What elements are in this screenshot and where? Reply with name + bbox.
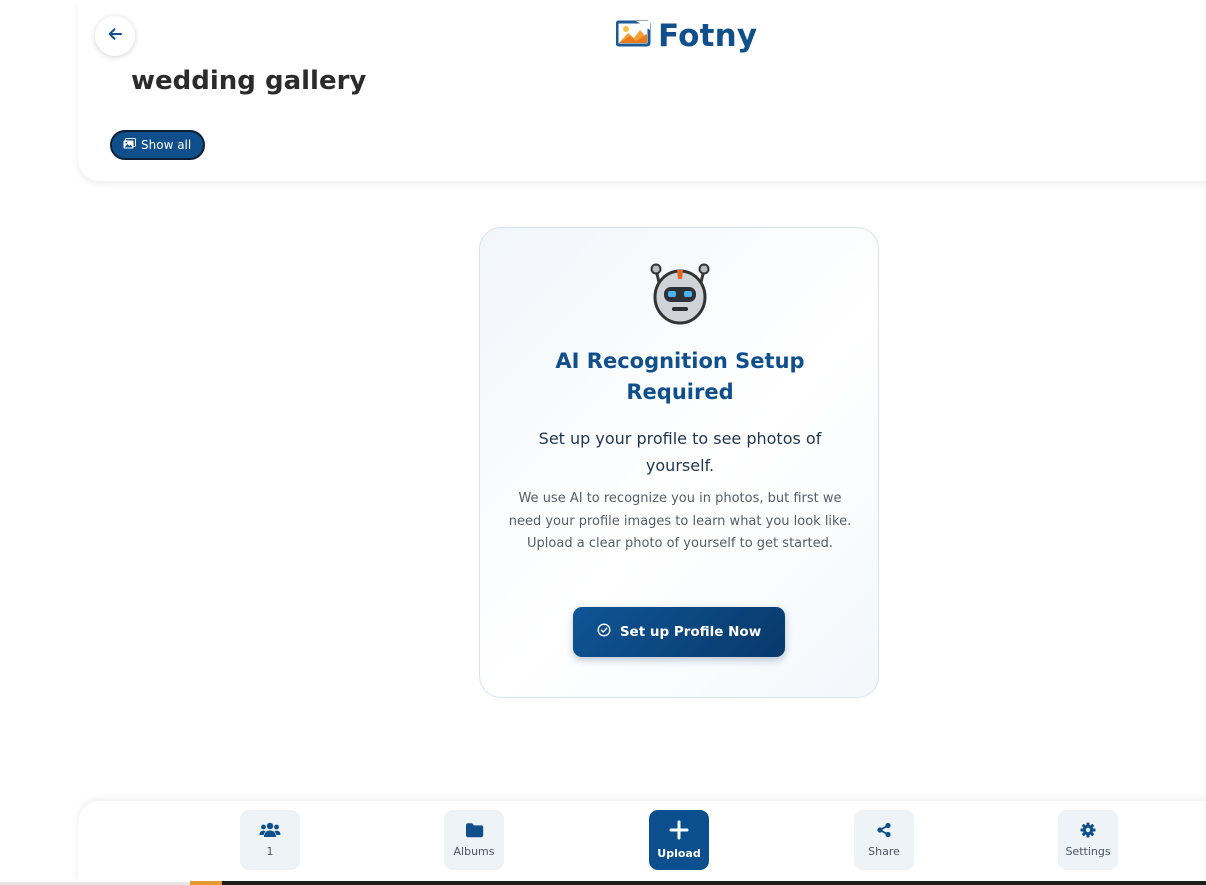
show-all-button[interactable]: Show all <box>110 130 206 160</box>
ai-card-description: We use AI to recognize you in photos, bu… <box>508 491 852 551</box>
brand-name: Fotny <box>658 18 758 54</box>
setup-profile-button[interactable]: Set up Profile Now <box>573 607 785 657</box>
ai-recognition-card: AI Recognition Setup Required Set up you… <box>479 227 879 698</box>
ai-card-title: AI Recognition Setup Required <box>555 349 805 404</box>
check-circle-icon <box>597 623 611 641</box>
gear-icon <box>1080 822 1096 842</box>
taskbar-edge-dark <box>222 881 1206 885</box>
page-title: wedding gallery <box>131 66 367 96</box>
nav-label-albums: Albums <box>453 845 495 858</box>
users-icon <box>259 822 281 842</box>
nav-label-upload: Upload <box>657 847 701 860</box>
brand-logo[interactable]: Fotny <box>615 16 758 56</box>
share-icon <box>876 822 892 842</box>
back-button[interactable] <box>95 16 135 56</box>
nav-label-people: 1 <box>266 845 274 858</box>
logo-photo-icon <box>615 20 652 52</box>
robot-icon <box>646 260 714 328</box>
ai-card-subtitle: Set up your profile to see photos of you… <box>538 429 822 475</box>
nav-item-people[interactable]: 1 <box>240 810 300 870</box>
arrow-left-icon <box>107 26 123 46</box>
setup-profile-label: Set up Profile Now <box>619 624 762 640</box>
folder-icon <box>465 822 484 842</box>
nav-item-settings[interactable]: Settings <box>1058 810 1118 870</box>
plus-icon <box>669 820 689 844</box>
nav-item-upload[interactable]: Upload <box>649 810 709 870</box>
show-all-label: Show all <box>141 138 192 152</box>
nav-item-share[interactable]: Share <box>854 810 914 870</box>
nav-item-albums[interactable]: Albums <box>444 810 504 870</box>
nav-label-settings: Settings <box>1065 845 1111 858</box>
images-icon <box>123 138 136 152</box>
nav-label-share: Share <box>868 845 900 858</box>
taskbar-edge-accent <box>190 881 222 885</box>
